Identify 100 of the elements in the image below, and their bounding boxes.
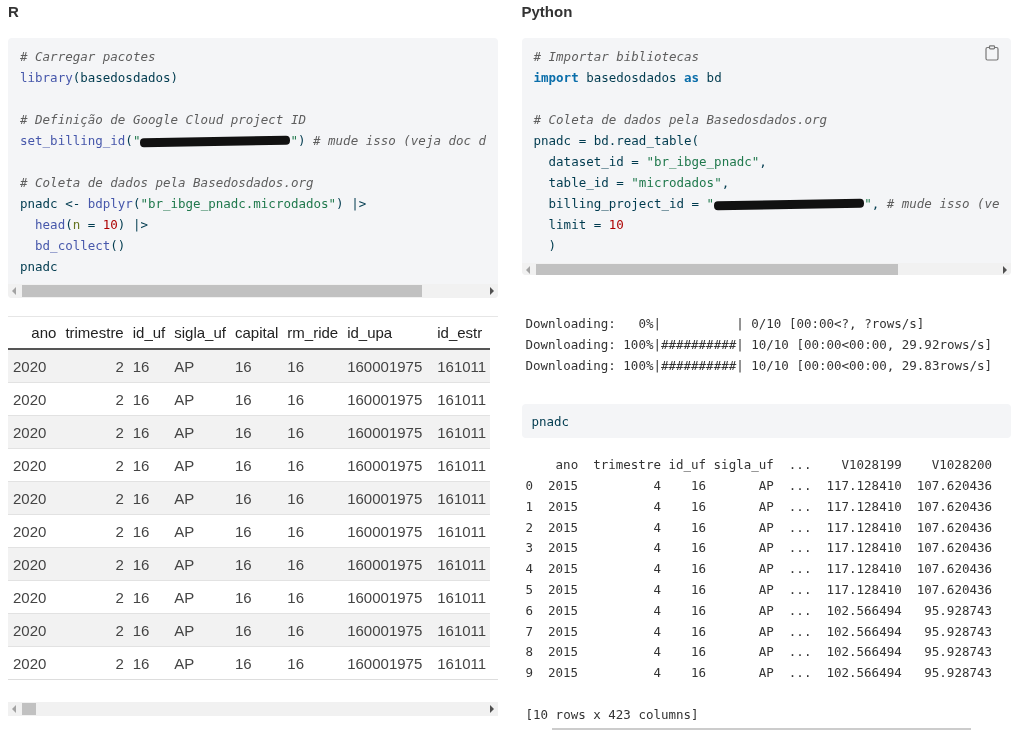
code-text: set_billing_id(": [20, 133, 141, 148]
table-cell-text: 117.128410: [825, 518, 902, 537]
table-cell-text: 16: [690, 643, 707, 662]
horizontal-scrollbar[interactable]: [8, 284, 498, 298]
table-cell: 16: [127, 547, 170, 581]
table-cell-text: 95.928743: [923, 622, 992, 641]
table-cell-text: 107.620436: [915, 539, 992, 558]
table-cell: 160001975: [342, 349, 433, 383]
table-cell-text: 107.620436: [915, 518, 992, 537]
table-cell: 16: [282, 481, 343, 515]
table-cell: 16: [282, 382, 343, 416]
table-cell-text: 4: [652, 664, 661, 683]
table-cell-text: 107.620436: [915, 477, 992, 496]
horizontal-scrollbar[interactable]: [521, 262, 1011, 275]
table-cell: 16: [282, 613, 343, 647]
section-heading: R: [8, 2, 19, 22]
table-cell-text: AP: [757, 497, 774, 516]
table-cell: 161011: [432, 613, 491, 647]
code-line: # Importar bibliotecas: [533, 47, 700, 66]
table-cell-text: 117.128410: [825, 560, 902, 579]
table-cell-text: 2015: [547, 581, 579, 600]
table-cell: 2: [60, 481, 128, 515]
table-cell: 161011: [432, 382, 491, 416]
table-cell: 16: [282, 349, 343, 383]
table-cell: 161011: [432, 481, 491, 515]
column-header: V1028200: [930, 456, 992, 475]
table-cell: 16: [127, 448, 170, 482]
table-cell: AP: [169, 481, 230, 515]
horizontal-scrollbar[interactable]: [8, 702, 498, 716]
table-cell-text: AP: [757, 622, 774, 641]
table-cell: 161011: [432, 514, 491, 548]
code-text: ") # mude isso (veja doc d: [290, 133, 487, 148]
table-cell-text: 16: [690, 539, 707, 558]
table-cell-text: 117.128410: [825, 539, 902, 558]
code-line: bd_collect(): [34, 237, 126, 255]
table-cell: 16: [282, 448, 343, 482]
table-cell: 16: [282, 415, 343, 449]
table-cell: 2020: [8, 481, 61, 515]
table-cell: 16: [229, 382, 283, 416]
table-cell-text: 2015: [547, 477, 579, 496]
clipboard-icon[interactable]: [985, 44, 999, 61]
table-cell-text: 4: [652, 518, 661, 537]
row-index: 1: [525, 497, 533, 516]
table-cell-text: 95.928743: [923, 643, 992, 662]
column-header: ano: [554, 456, 579, 475]
table-cell-text: 117.128410: [825, 477, 902, 496]
table-cell: 16: [127, 382, 170, 416]
table-cell-text: AP: [757, 539, 774, 558]
table-cell-text: ...: [787, 560, 812, 579]
table-cell-text: 16: [690, 497, 707, 516]
table-cell-text: 2015: [547, 622, 579, 641]
code-line: # Coleta de dados pela Basedosdados.org: [20, 174, 314, 192]
table-cell: AP: [169, 448, 230, 482]
table-cell-text: AP: [757, 664, 774, 683]
table-cell-text: 16: [690, 664, 707, 683]
table-cell: 16: [229, 613, 283, 647]
table-cell: 16: [127, 580, 170, 614]
table-cell: 2020: [8, 382, 61, 416]
table-cell-text: 107.620436: [915, 560, 992, 579]
table-cell-text: 4: [652, 601, 661, 620]
table-cell: 2020: [8, 448, 61, 482]
table-cell-text: ...: [787, 622, 812, 641]
table-cell-text: ...: [787, 664, 812, 683]
table-cell-text: 16: [690, 560, 707, 579]
code-line: # Coleta de dados pela Basedosdados.org: [533, 110, 827, 129]
table-cell: 2: [60, 547, 128, 581]
table-cell-text: 4: [652, 539, 661, 558]
table-cell: 16: [229, 481, 283, 515]
table-cell: 2020: [8, 547, 61, 581]
code-text: ", # mude isso (ve: [864, 195, 1000, 211]
table-cell: 2: [60, 382, 128, 416]
row-index: 7: [525, 622, 533, 641]
table-cell: 16: [127, 613, 170, 647]
table-cell-text: 16: [690, 622, 707, 641]
table-cell: AP: [169, 514, 230, 548]
row-index: 9: [525, 664, 533, 683]
code-line: pnadc: [20, 258, 58, 276]
table-cell-text: 107.620436: [915, 497, 992, 516]
table-cell-text: 95.928743: [923, 601, 992, 620]
table-cell: 16: [229, 448, 283, 482]
table-cell-text: 102.566494: [825, 622, 902, 641]
code-line: pnadc = bd.read_table(: [533, 131, 700, 150]
table-cell-text: 2015: [547, 518, 579, 537]
table-cell-text: 2015: [547, 539, 579, 558]
row-index: 4: [525, 560, 533, 579]
table-cell: 160001975: [342, 448, 433, 482]
table-cell: 2020: [8, 613, 61, 647]
table-cell: AP: [169, 547, 230, 581]
table-cell: 161011: [432, 415, 491, 449]
table-cell: 160001975: [342, 415, 433, 449]
column-header: V1028199: [840, 456, 902, 475]
table-cell-text: ...: [787, 518, 812, 537]
table-cell-text: 102.566494: [825, 601, 902, 620]
section-heading: Python: [521, 2, 573, 22]
table-cell-text: 2015: [547, 497, 579, 516]
row-index: 6: [525, 601, 533, 620]
row-index: 3: [525, 539, 533, 558]
table-cell: 160001975: [342, 613, 433, 647]
row-index: 5: [525, 581, 533, 600]
table-cell: 16: [127, 415, 170, 449]
